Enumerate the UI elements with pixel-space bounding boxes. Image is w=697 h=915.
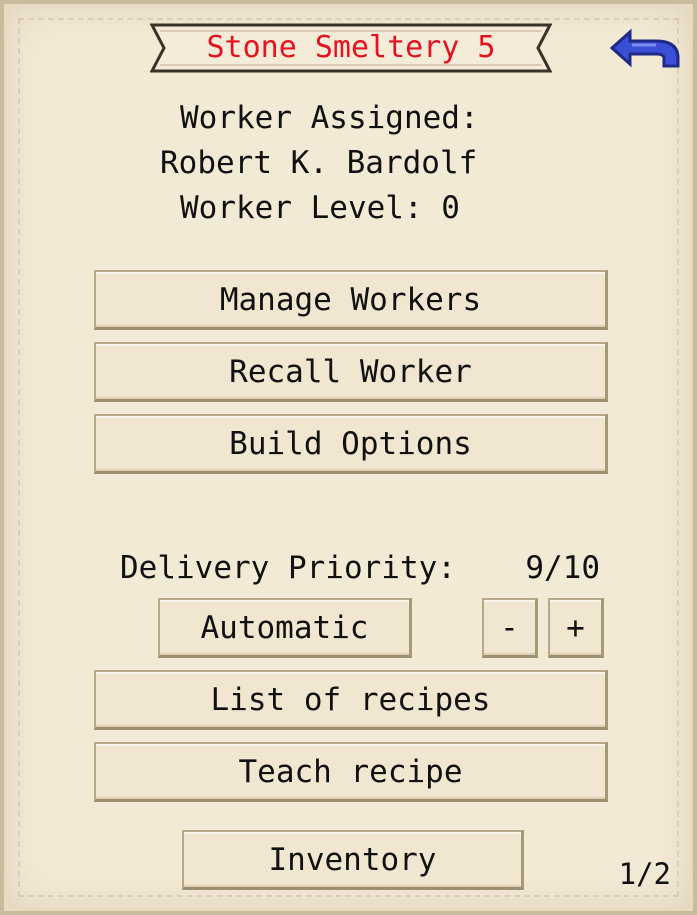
inventory-button[interactable]: Inventory [182, 830, 524, 890]
building-panel: Stone Smeltery 5 Worker Assigned: Robert… [0, 0, 697, 915]
page-indicator: 1/2 [618, 857, 671, 891]
worker-assigned-label: Worker Assigned: [180, 100, 479, 136]
worker-level-label: Worker Level: 0 [180, 190, 460, 226]
delivery-priority-value: 9/10 [525, 550, 600, 586]
build-options-button[interactable]: Build Options [94, 414, 608, 474]
teach-recipe-button[interactable]: Teach recipe [94, 742, 608, 802]
worker-name: Robert K. Bardolf [160, 145, 478, 181]
priority-decrease-button[interactable]: - [482, 598, 538, 658]
delivery-priority-row: Delivery Priority: 9/10 [120, 550, 600, 594]
priority-increase-button[interactable]: + [548, 598, 604, 658]
building-title: Stone Smeltery 5 [206, 30, 496, 65]
back-arrow-icon[interactable] [608, 28, 684, 68]
delivery-priority-label: Delivery Priority: [120, 550, 456, 586]
automatic-button[interactable]: Automatic [158, 598, 412, 658]
list-of-recipes-button[interactable]: List of recipes [94, 670, 608, 730]
recall-worker-button[interactable]: Recall Worker [94, 342, 608, 402]
manage-workers-button[interactable]: Manage Workers [94, 270, 608, 330]
title-banner: Stone Smeltery 5 [150, 21, 552, 75]
